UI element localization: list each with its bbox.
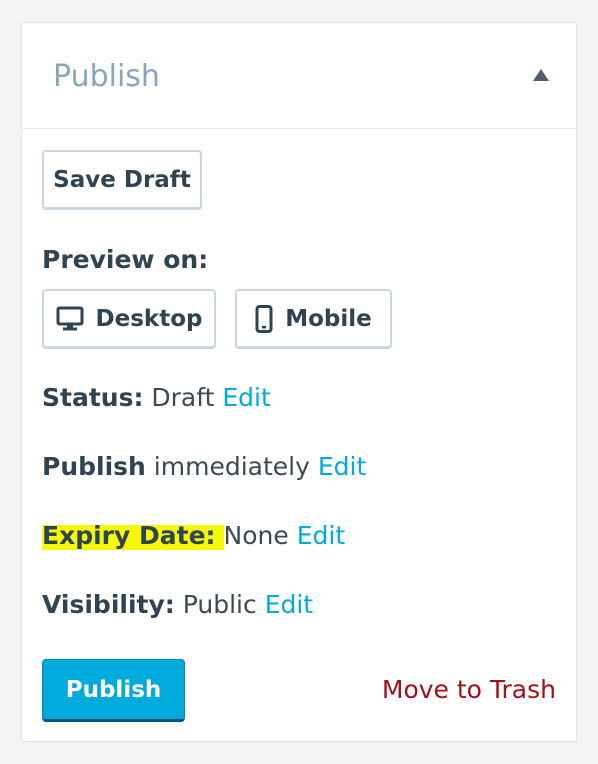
publish-schedule-value: immediately [153,452,310,481]
visibility-edit-link[interactable]: Edit [265,590,313,619]
status-key: Status: [42,383,144,412]
preview-on-label: Preview on: [42,245,209,274]
visibility-key: Visibility: [42,590,175,619]
publish-schedule-edit-link[interactable]: Edit [318,452,366,481]
desktop-monitor-icon [56,306,84,332]
preview-mobile-button[interactable]: Mobile [235,289,392,349]
triangle-up-icon[interactable] [533,69,550,82]
panel-header[interactable]: Publish [22,23,576,129]
status-row: Status: Draft Edit [42,381,271,415]
mobile-phone-icon [255,304,273,333]
publish-button[interactable]: Publish [42,659,185,722]
publish-schedule-key: Publish [42,452,146,481]
publish-panel: Publish Save Draft Preview on: Desktop M… [21,22,577,742]
status-edit-link[interactable]: Edit [222,383,270,412]
save-draft-button[interactable]: Save Draft [42,150,202,210]
panel-title: Publish [53,59,160,94]
desktop-label: Desktop [95,305,203,332]
publish-button-label: Publish [65,676,162,703]
publish-schedule-row: Publish immediately Edit [42,450,366,484]
visibility-row: Visibility: Public Edit [42,588,313,622]
mobile-label: Mobile [285,305,372,332]
expiry-date-edit-link[interactable]: Edit [297,521,345,550]
expiry-date-row: Expiry Date: None Edit [42,519,345,553]
expiry-date-value: None [223,521,289,550]
expiry-date-key: Expiry Date: [42,521,224,550]
save-draft-label: Save Draft [53,166,191,193]
move-to-trash-link[interactable]: Move to Trash [382,675,556,704]
visibility-value: Public [182,590,257,619]
preview-desktop-button[interactable]: Desktop [42,289,216,349]
status-value: Draft [151,383,215,412]
